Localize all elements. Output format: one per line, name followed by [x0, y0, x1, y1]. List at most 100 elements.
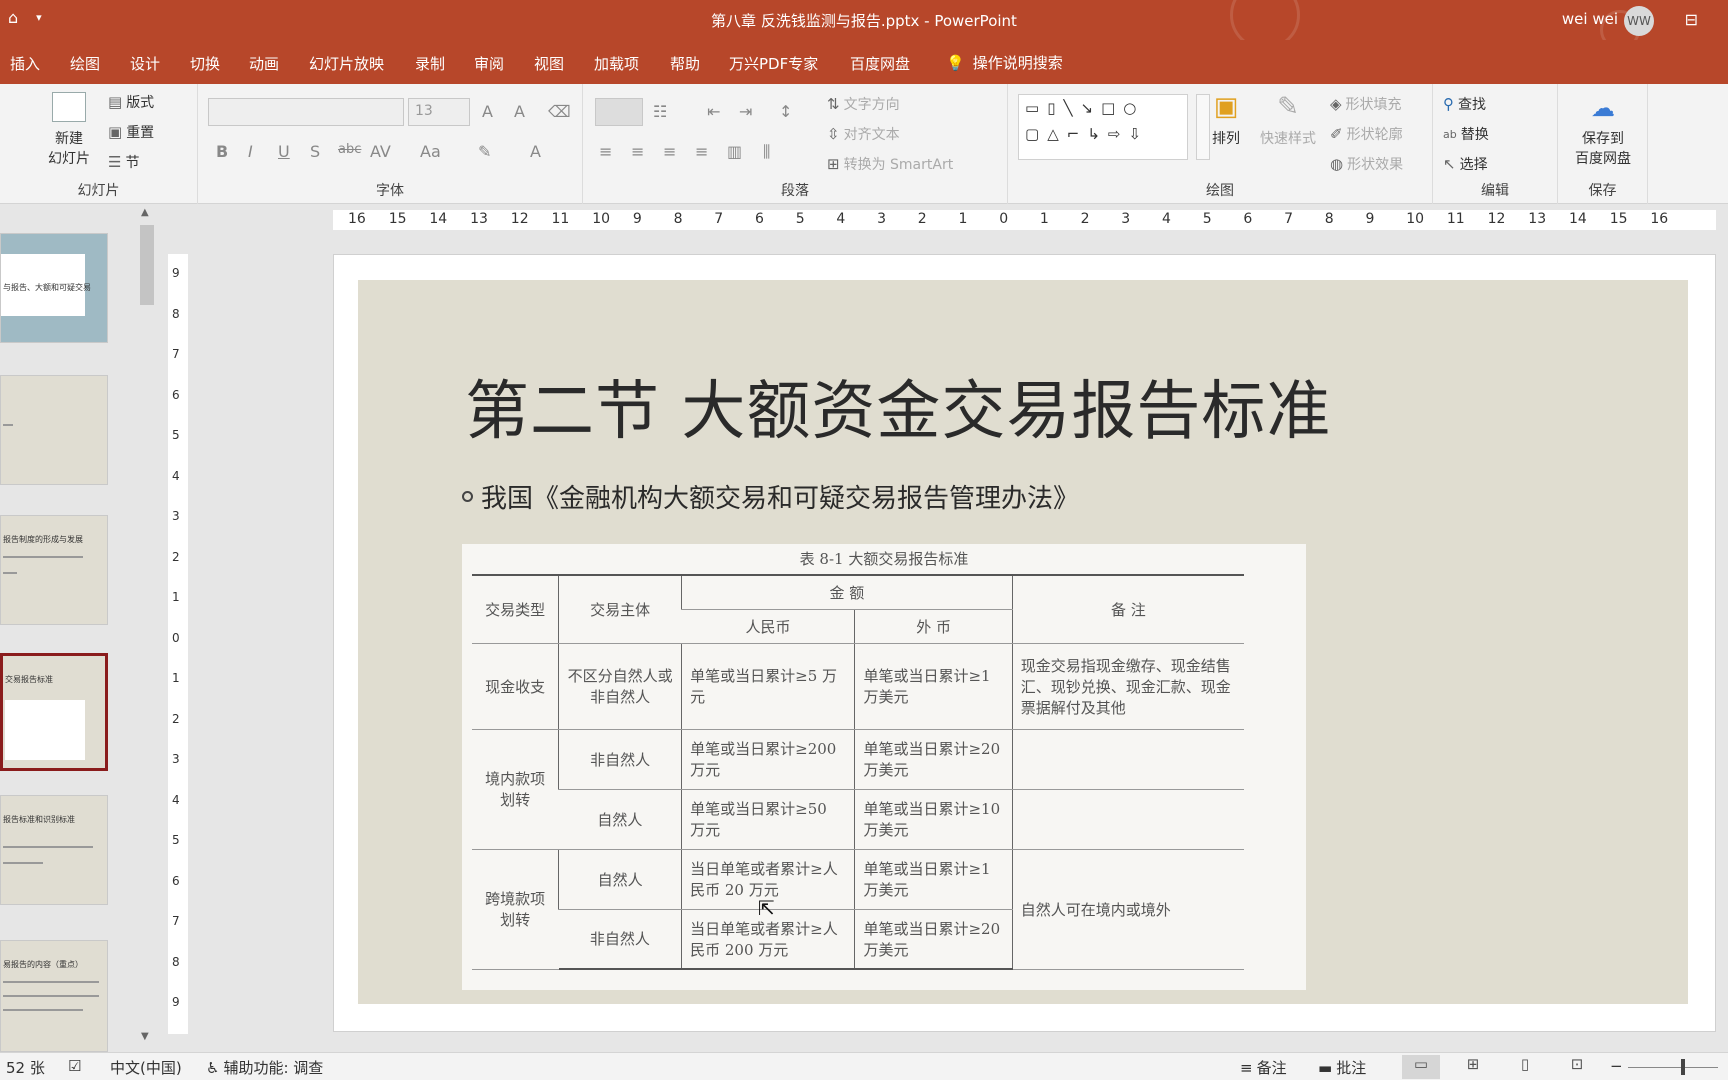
tab-wondershare-pdf[interactable]: 万兴PDF专家 — [729, 53, 818, 74]
zoom-slider[interactable] — [1628, 1067, 1718, 1068]
distributed-icon[interactable]: ▥ — [727, 142, 742, 161]
section-button[interactable]: ☰ 节 — [108, 152, 139, 172]
font-name-combo[interactable] — [208, 98, 404, 126]
convert-smartart-button[interactable]: ⊞ 转换为 SmartArt — [827, 154, 953, 174]
decrease-font-icon[interactable]: A — [514, 102, 525, 121]
shadow-button[interactable]: S — [310, 142, 320, 161]
oval-shape-icon[interactable]: ○ — [1123, 99, 1136, 117]
font-size-combo[interactable]: 13 — [408, 98, 470, 126]
thumbnail-title: 报告标准和识别标准 — [3, 815, 75, 824]
down-arrow-shape-icon[interactable]: ⇩ — [1128, 125, 1141, 143]
table-picture[interactable]: 表 8-1 大额交易报告标准 交易类型 交易主体 金 额 备 注 人民币 外 币… — [462, 544, 1306, 990]
ribbon-display-options-icon[interactable]: ⊟ — [1685, 10, 1698, 29]
tell-me-search[interactable]: 💡 操作说明搜索 — [946, 52, 1063, 73]
strikethrough-button[interactable]: abc — [338, 142, 361, 157]
tab-review[interactable]: 审阅 — [474, 53, 504, 74]
notes-button[interactable]: ≡ 备注 — [1240, 1057, 1287, 1078]
change-case-button[interactable]: Aa — [420, 142, 441, 161]
replace-button[interactable]: ab 替换 — [1443, 124, 1489, 144]
slide-sorter-icon[interactable]: ⊞ — [1454, 1055, 1492, 1079]
scroll-up-icon[interactable]: ▲ — [141, 207, 149, 218]
save-group-label: 保存 — [1588, 183, 1617, 199]
avatar[interactable]: WW — [1624, 6, 1654, 36]
right-arrow-shape-icon[interactable]: ⇨ — [1108, 125, 1121, 143]
increase-font-icon[interactable]: A — [482, 102, 493, 121]
normal-view-icon[interactable]: ▭ — [1402, 1055, 1440, 1079]
find-button[interactable]: ⚲ 查找 — [1443, 94, 1486, 114]
reading-view-icon[interactable]: ▯ — [1506, 1055, 1544, 1079]
thumbnails-scrollbar[interactable]: ▲ ▼ — [138, 205, 156, 1047]
scroll-thumb[interactable] — [140, 225, 154, 305]
align-right-icon[interactable]: ≡ — [663, 142, 676, 161]
new-slide-button[interactable]: 新建 幻灯片 — [48, 92, 90, 168]
slide-thumbnail[interactable]: 报告标准和识别标准 — [0, 795, 108, 905]
layout-button[interactable]: ▤ 版式 — [108, 92, 154, 112]
quick-styles-button[interactable]: ✎ 快速样式 — [1252, 92, 1324, 148]
decrease-indent-icon[interactable]: ⇤ — [707, 102, 720, 121]
reset-button[interactable]: ▣ 重置 — [108, 122, 154, 142]
select-button[interactable]: ↖ 选择 — [1443, 154, 1488, 174]
slide-bullet[interactable]: 我国《金融机构大额交易和可疑交易报告管理办法》 — [462, 478, 1079, 515]
rectangle-shape-icon[interactable]: □ — [1101, 99, 1115, 117]
arrange-button[interactable]: ▣ 排列 — [1206, 92, 1246, 148]
slideshow-view-icon[interactable]: ⊡ — [1558, 1055, 1596, 1079]
thumbnail-line — [3, 862, 43, 864]
tab-slideshow[interactable]: 幻灯片放映 — [309, 53, 384, 74]
shapes-gallery[interactable]: ▭ ▯ ╲ ↘ □ ○ ▢ △ ⌐ ↳ ⇨ ⇩ — [1018, 94, 1188, 160]
elbow-connector-icon[interactable]: ⌐ — [1067, 125, 1080, 143]
justify-icon[interactable]: ≡ — [695, 142, 708, 161]
italic-button[interactable]: I — [248, 142, 253, 161]
tab-transitions[interactable]: 切换 — [190, 53, 220, 74]
clear-format-icon[interactable]: ⌫ — [548, 102, 571, 121]
increase-indent-icon[interactable]: ⇥ — [739, 102, 752, 121]
slide-thumbnail[interactable]: 与报告、大额和可疑交易 — [0, 233, 108, 343]
shape-fill-button[interactable]: ◈ 形状填充 — [1330, 94, 1402, 114]
text-direction-button[interactable]: ⇅ 文字方向 — [827, 94, 900, 114]
triangle-shape-icon[interactable]: △ — [1047, 125, 1059, 143]
language-status[interactable]: 中文(中国) — [110, 1057, 182, 1078]
highlight-icon[interactable]: ✎ — [478, 142, 491, 161]
tab-design[interactable]: 设计 — [130, 53, 160, 74]
arrow-line-shape-icon[interactable]: ↘ — [1080, 99, 1093, 117]
textbox-shape-icon[interactable]: ▭ — [1025, 99, 1039, 117]
align-center-icon[interactable]: ≡ — [631, 142, 644, 161]
save-to-baidu-button[interactable]: ☁ 保存到 百度网盘 — [1566, 94, 1640, 168]
underline-button[interactable]: U — [278, 142, 290, 161]
slide-title[interactable]: 第二节 大额资金交易报告标准 — [465, 360, 1331, 452]
spellcheck-icon[interactable]: ☑ — [68, 1057, 81, 1075]
tab-baidu-netdisk[interactable]: 百度网盘 — [850, 53, 910, 74]
line-shape-icon[interactable]: ╲ — [1063, 99, 1072, 117]
char-spacing-button[interactable]: AV — [370, 142, 391, 161]
tab-help[interactable]: 帮助 — [670, 53, 700, 74]
tab-animations[interactable]: 动画 — [249, 53, 279, 74]
rounded-rect-shape-icon[interactable]: ▢ — [1025, 125, 1039, 143]
tab-insert[interactable]: 插入 — [10, 53, 40, 74]
bullets-button[interactable] — [595, 98, 643, 126]
zoom-slider-thumb[interactable] — [1681, 1059, 1685, 1075]
shape-outline-button[interactable]: ✐ 形状轮廓 — [1330, 124, 1403, 144]
tab-record[interactable]: 录制 — [415, 53, 445, 74]
shape-effects-button[interactable]: ◍ 形状效果 — [1330, 154, 1403, 174]
zoom-out-icon[interactable]: − — [1610, 1057, 1623, 1075]
line-spacing-icon[interactable]: ↕ — [779, 102, 792, 121]
bold-button[interactable]: B — [216, 142, 228, 161]
slide-thumbnail-selected[interactable]: 交易报告标准 — [0, 653, 108, 771]
ruler-tick-label: 0 — [172, 630, 180, 645]
elbow-arrow-icon[interactable]: ↳ — [1087, 125, 1100, 143]
tab-view[interactable]: 视图 — [534, 53, 564, 74]
align-text-button[interactable]: ⇳ 对齐文本 — [827, 124, 900, 144]
tab-addins[interactable]: 加载项 — [594, 53, 639, 74]
user-name[interactable]: wei wei — [1562, 10, 1618, 28]
comments-button[interactable]: ▬ 批注 — [1318, 1057, 1366, 1078]
slide-thumbnail[interactable]: 报告制度的形成与发展 — [0, 515, 108, 625]
columns-icon[interactable]: ⫼ — [763, 142, 770, 162]
font-color-icon[interactable]: A — [530, 142, 541, 161]
slide-thumbnail[interactable] — [0, 375, 108, 485]
numbering-icon[interactable]: ☷ — [653, 102, 667, 121]
align-left-icon[interactable]: ≡ — [599, 142, 612, 161]
slide-thumbnail[interactable]: 易报告的内容（重点） — [0, 940, 108, 1052]
accessibility-status[interactable]: ♿ 辅助功能: 调查 — [206, 1057, 323, 1078]
scroll-down-icon[interactable]: ▼ — [141, 1031, 149, 1042]
tab-draw[interactable]: 绘图 — [70, 53, 100, 74]
vertical-textbox-shape-icon[interactable]: ▯ — [1047, 99, 1055, 117]
